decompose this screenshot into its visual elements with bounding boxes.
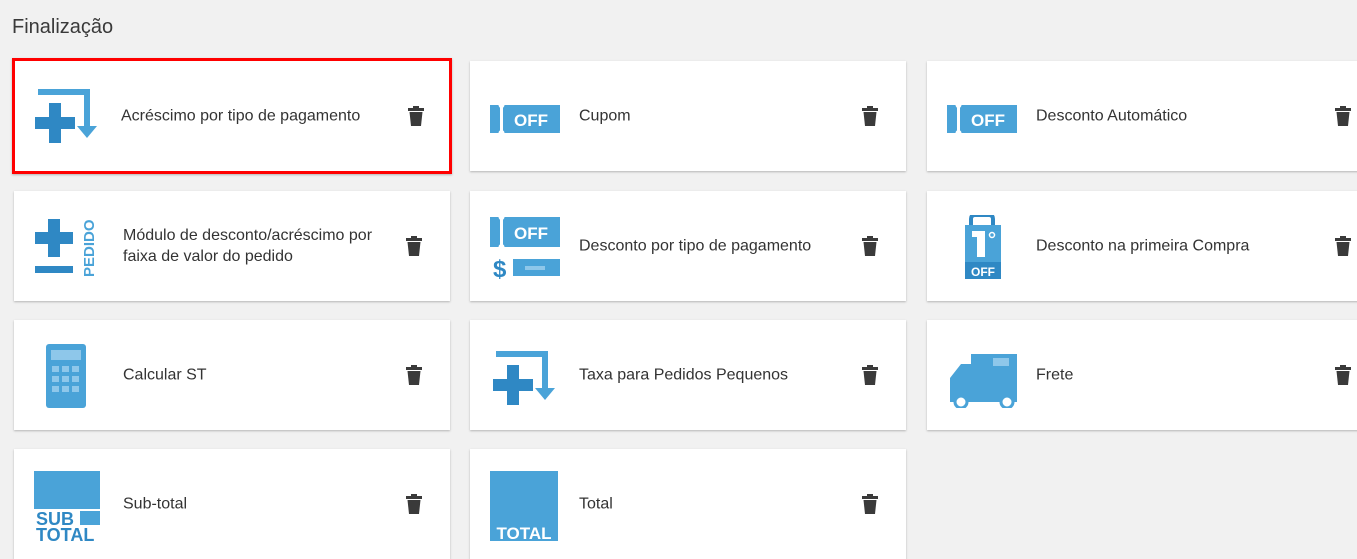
first-purchase-bag-icon: OFF <box>947 215 1017 279</box>
card-cupom[interactable]: OFF Cupom <box>470 61 906 171</box>
trash-icon[interactable] <box>862 365 878 385</box>
trash-icon[interactable] <box>1335 106 1351 126</box>
card-label: Acréscimo por tipo de pagamento <box>121 107 361 125</box>
card-label: Módulo de desconto/acréscimo por faixa d… <box>123 227 373 265</box>
trash-icon[interactable] <box>1335 365 1351 385</box>
card-label: Desconto por tipo de pagamento <box>579 237 812 255</box>
card-label: Desconto na primeira Compra <box>1036 237 1250 255</box>
icon-text: TOTAL <box>496 524 551 541</box>
card-desconto-tipo-pagamento[interactable]: OFF $ Desconto por tipo de pagamento <box>470 191 906 301</box>
card-sub-total[interactable]: SUB TOTAL Sub-total <box>14 449 450 559</box>
trash-icon[interactable] <box>406 365 422 385</box>
card-desconto-automatico[interactable]: OFF Desconto Automático <box>927 61 1357 171</box>
calculator-icon <box>34 344 104 408</box>
card-label: Cupom <box>579 107 631 125</box>
section-title: Finalização <box>12 16 114 38</box>
coupon-payment-icon: OFF $ <box>490 215 560 279</box>
card-desconto-primeira-compra[interactable]: OFF Desconto na primeira Compra <box>927 191 1357 301</box>
icon-text: OFF <box>514 224 548 243</box>
card-modulo-faixa-valor[interactable]: PEDIDO Módulo de desconto/acréscimo por … <box>14 191 450 301</box>
icon-text: TOTAL <box>36 525 94 541</box>
plus-minus-pedido-icon: PEDIDO <box>34 215 104 279</box>
card-label: Calcular ST <box>123 366 207 384</box>
trash-icon[interactable] <box>862 106 878 126</box>
icon-text: OFF <box>971 111 1005 130</box>
card-label: Total <box>579 495 613 513</box>
card-acrescimo-tipo-pagamento[interactable]: Acréscimo por tipo de pagamento <box>12 58 452 174</box>
trash-icon[interactable] <box>406 494 422 514</box>
trash-icon[interactable] <box>408 106 424 126</box>
card-taxa-pedidos-pequenos[interactable]: Taxa para Pedidos Pequenos <box>470 320 906 430</box>
trash-icon[interactable] <box>862 494 878 514</box>
trash-icon[interactable] <box>1335 236 1351 256</box>
trash-icon[interactable] <box>406 236 422 256</box>
icon-text: PEDIDO <box>81 219 98 277</box>
card-calcular-st[interactable]: Calcular ST <box>14 320 450 430</box>
card-label: Frete <box>1036 366 1074 384</box>
card-total[interactable]: TOTAL Total <box>470 449 906 559</box>
trash-icon[interactable] <box>862 236 878 256</box>
card-label: Taxa para Pedidos Pequenos <box>579 366 789 384</box>
card-label: Desconto Automático <box>1036 107 1188 125</box>
coupon-off-icon: OFF <box>490 85 560 149</box>
plus-arrow-icon <box>490 344 560 408</box>
subtotal-icon: SUB TOTAL <box>34 471 104 541</box>
card-label: Sub-total <box>123 495 188 513</box>
card-frete[interactable]: Frete <box>927 320 1357 430</box>
plus-arrow-icon <box>32 82 102 146</box>
total-icon: TOTAL <box>490 471 560 541</box>
truck-icon <box>947 344 1017 408</box>
coupon-off-icon: OFF <box>947 85 1017 149</box>
icon-text: OFF <box>514 111 548 130</box>
icon-text: OFF <box>971 265 995 279</box>
svg-text:$: $ <box>493 256 507 279</box>
